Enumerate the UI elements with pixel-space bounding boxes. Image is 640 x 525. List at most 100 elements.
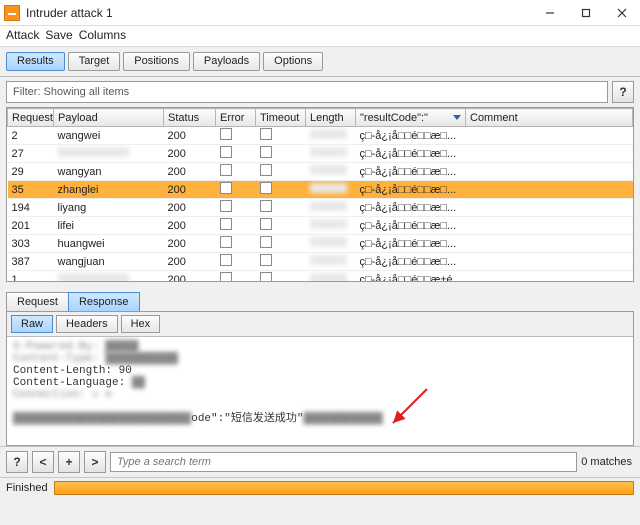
col-timeout[interactable]: Timeout [256, 109, 306, 127]
cell-payload: huangwei [54, 235, 164, 253]
cell-length [306, 271, 356, 283]
table-row[interactable]: 201lifei200ç□-å¿¡å□□é□□æ□... [8, 217, 633, 235]
cell-resultcode: ç□-å¿¡å□□é□□æ□... [356, 163, 466, 181]
cell-resultcode: ç□-å¿¡å□□é□□æ□... [356, 217, 466, 235]
raw-line: Content-Language: [13, 377, 132, 389]
table-row[interactable]: 1 200 ç□-å¿¡å□□é□□æ±é... [8, 271, 633, 283]
cell-status: 200 [164, 145, 216, 163]
tab-results[interactable]: Results [6, 52, 65, 71]
menu-attack[interactable]: Attack [6, 28, 39, 42]
search-add-button[interactable]: + [58, 451, 80, 473]
response-panel: Raw Headers Hex X-Powered-By: █████ Cont… [6, 311, 634, 446]
table-row[interactable]: 29wangyan200ç□-å¿¡å□□é□□æ□... [8, 163, 633, 181]
cell-error [216, 145, 256, 163]
subtab-raw[interactable]: Raw [11, 315, 53, 333]
cell-length [306, 181, 356, 199]
cell-error [216, 271, 256, 283]
cell-status: 200 [164, 253, 216, 271]
tab-payloads[interactable]: Payloads [193, 52, 260, 71]
filter-help-button[interactable]: ? [612, 81, 634, 103]
cell-request: 1 [8, 271, 54, 283]
subtab-headers[interactable]: Headers [56, 315, 118, 333]
cell-payload [54, 145, 164, 163]
cell-comment [466, 217, 633, 235]
cell-status: 200 [164, 127, 216, 145]
cell-timeout [256, 145, 306, 163]
col-length[interactable]: Length [306, 109, 356, 127]
cell-length [306, 253, 356, 271]
top-tabs: Results Target Positions Payloads Option… [0, 47, 640, 77]
cell-status: 200 [164, 271, 216, 283]
menu-columns[interactable]: Columns [79, 28, 126, 42]
status-bar: Finished [0, 477, 640, 499]
cell-comment [466, 271, 633, 283]
maximize-button[interactable] [568, 0, 604, 26]
col-error[interactable]: Error [216, 109, 256, 127]
search-input[interactable] [110, 452, 577, 472]
cell-comment [466, 145, 633, 163]
progress-bar [54, 481, 634, 495]
cell-request: 201 [8, 217, 54, 235]
cell-request: 2 [8, 127, 54, 145]
raw-line: Connection: c e [13, 389, 627, 401]
cell-timeout [256, 181, 306, 199]
cell-length [306, 163, 356, 181]
menu-bar: Attack Save Columns [0, 26, 640, 47]
search-matches: 0 matches [581, 456, 634, 468]
results-table: Request Payload Status Error Timeout Len… [6, 107, 634, 282]
cell-request: 303 [8, 235, 54, 253]
cell-payload: wangwei [54, 127, 164, 145]
cell-error [216, 253, 256, 271]
raw-result-line: ███████████████████████████ode":"短信发送成功"… [13, 409, 627, 425]
cell-request: 387 [8, 253, 54, 271]
minimize-button[interactable] [532, 0, 568, 26]
search-help-button[interactable]: ? [6, 451, 28, 473]
col-payload[interactable]: Payload [54, 109, 164, 127]
table-row[interactable]: 27200ç□-å¿¡å□□é□□æ□... [8, 145, 633, 163]
col-resultcode[interactable]: "resultCode":" [356, 109, 466, 127]
subtab-hex[interactable]: Hex [121, 315, 161, 333]
cell-resultcode: ç□-å¿¡å□□é□□æ±é... [356, 271, 466, 283]
cell-payload: wangjuan [54, 253, 164, 271]
cell-error [216, 127, 256, 145]
tab-target[interactable]: Target [68, 52, 121, 71]
close-button[interactable] [604, 0, 640, 26]
cell-request: 194 [8, 199, 54, 217]
status-label: Finished [6, 482, 48, 494]
tab-positions[interactable]: Positions [123, 52, 190, 71]
cell-length [306, 235, 356, 253]
col-comment[interactable]: Comment [466, 109, 633, 127]
search-prev-button[interactable]: < [32, 451, 54, 473]
tab-request[interactable]: Request [6, 292, 69, 311]
cell-length [306, 217, 356, 235]
cell-status: 200 [164, 181, 216, 199]
col-request[interactable]: Request [8, 109, 54, 127]
table-row[interactable]: 194liyang200ç□-å¿¡å□□é□□æ□... [8, 199, 633, 217]
table-row[interactable]: 303huangwei200ç□-å¿¡å□□é□□æ□... [8, 235, 633, 253]
cell-resultcode: ç□-å¿¡å□□é□□æ□... [356, 181, 466, 199]
sort-indicator-icon [453, 115, 461, 120]
response-subtabs: Raw Headers Hex [7, 312, 633, 337]
table-row[interactable]: 387wangjuan200 ç□-å¿¡å□□é□□æ□... [8, 253, 633, 271]
filter-input[interactable] [6, 81, 608, 103]
raw-line: X-Powered-By: █████ [13, 341, 627, 353]
cell-request: 29 [8, 163, 54, 181]
cell-resultcode: ç□-å¿¡å□□é□□æ□... [356, 199, 466, 217]
table-row[interactable]: 2wangwei200ç□-å¿¡å□□é□□æ□... [8, 127, 633, 145]
cell-payload: liyang [54, 199, 164, 217]
tab-response[interactable]: Response [68, 292, 140, 311]
window-title: Intruder attack 1 [26, 6, 532, 20]
cell-comment [466, 163, 633, 181]
table-row[interactable]: 35zhanglei200ç□-å¿¡å□□é□□æ□... [8, 181, 633, 199]
cell-resultcode: ç□-å¿¡å□□é□□æ□... [356, 253, 466, 271]
tab-options[interactable]: Options [263, 52, 323, 71]
search-next-button[interactable]: > [84, 451, 106, 473]
cell-payload: lifei [54, 217, 164, 235]
raw-line: Content-Length: 90 [13, 365, 627, 377]
cell-timeout [256, 127, 306, 145]
raw-content[interactable]: X-Powered-By: █████ Content-Type: ██████… [7, 337, 633, 445]
cell-comment [466, 199, 633, 217]
cell-payload: wangyan [54, 163, 164, 181]
menu-save[interactable]: Save [45, 28, 72, 42]
col-status[interactable]: Status [164, 109, 216, 127]
